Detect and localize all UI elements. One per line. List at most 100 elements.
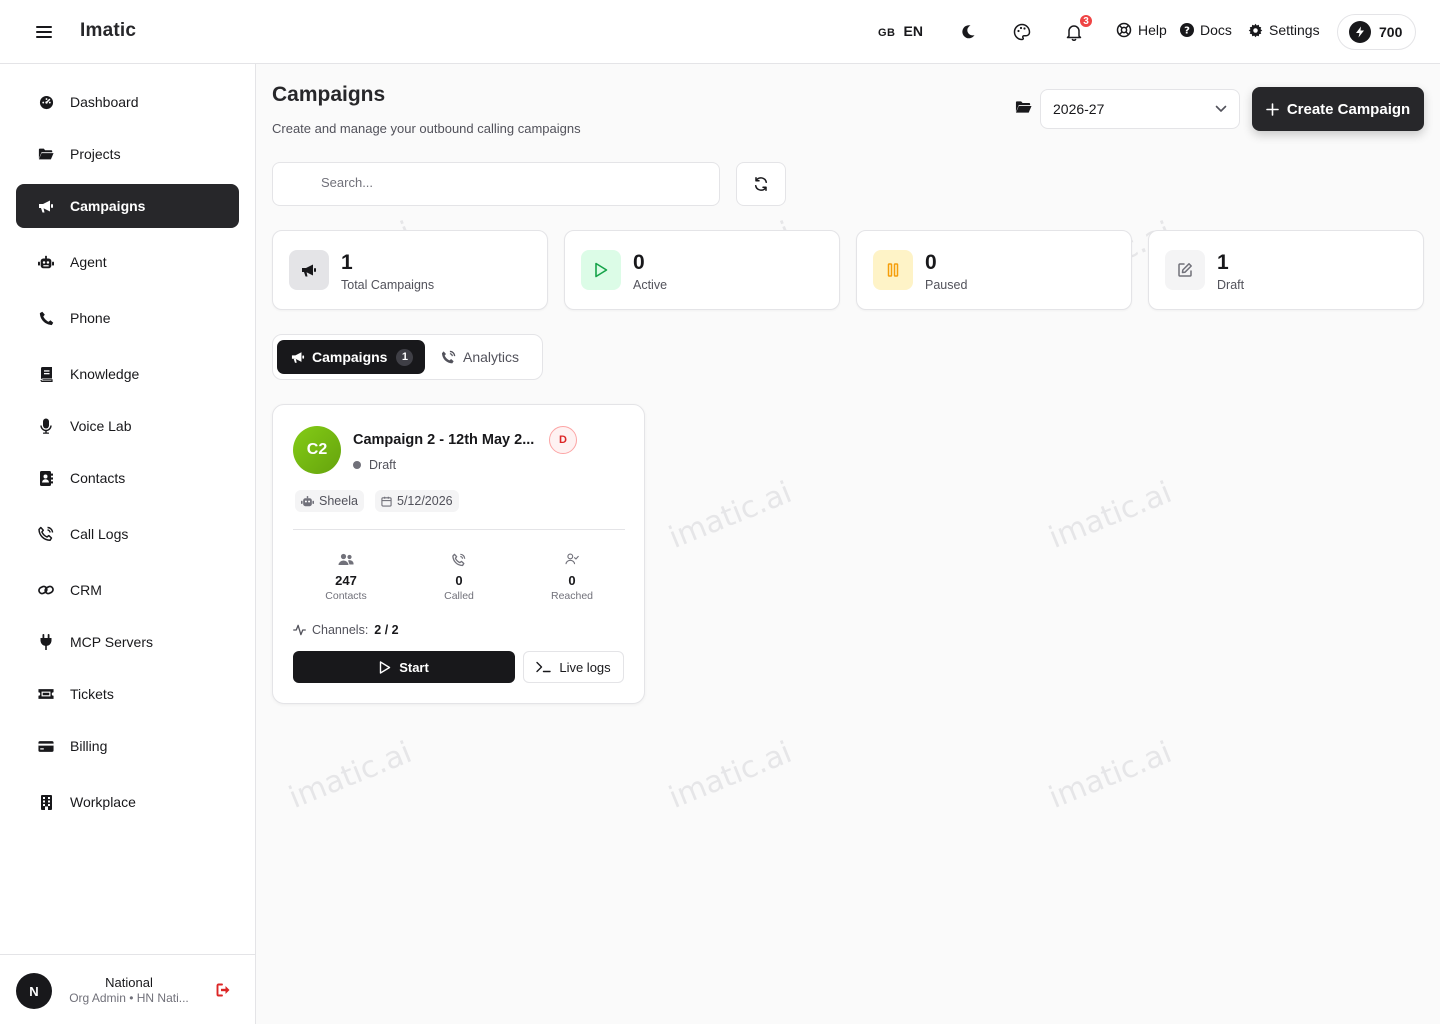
campaign-date: 5/12/2026 [397,494,453,508]
metric-label: Contacts [325,590,367,602]
tab-campaigns[interactable]: Campaigns 1 [277,340,425,374]
credit-card-icon [38,738,54,754]
question-circle-icon: ? [1180,23,1194,37]
edit-icon [1165,250,1205,290]
sidebar-item-label: Workplace [70,794,136,810]
sidebar-item-billing[interactable]: Billing [16,724,239,768]
moon-icon [962,25,975,39]
phone-volume-icon [38,526,54,542]
avatar[interactable]: N [16,973,52,1009]
live-logs-button[interactable]: Live logs [523,651,624,683]
megaphone-icon [38,198,54,214]
sidebar-item-agent[interactable]: Agent [16,240,239,284]
sidebar-item-label: Billing [70,738,108,754]
sidebar-item-mcp-servers[interactable]: MCP Servers [16,620,239,664]
user-check-icon [517,553,627,569]
search-box [272,162,720,206]
settings-link[interactable]: Settings [1248,22,1320,38]
address-book-icon [38,470,54,486]
watermark: imatic.ai [664,735,797,816]
docs-link[interactable]: ? Docs [1180,22,1232,38]
sidebar-item-dashboard[interactable]: Dashboard [16,80,239,124]
start-campaign-button[interactable]: Start [293,651,515,683]
terminal-icon [536,661,552,673]
watermark: imatic.ai [664,475,797,556]
metric-contacts: 247 Contacts [291,553,401,602]
flag-code: GB [878,27,896,39]
sidebar-item-label: Knowledge [70,366,140,382]
plus-icon [1266,102,1279,116]
language-switcher[interactable]: GB EN [878,23,923,39]
sidebar-item-voice-lab[interactable]: Voice Lab [16,404,239,448]
metric-reached: 0 Reached [517,553,627,602]
stat-value: 0 [633,251,645,274]
sidebar: Dashboard Projects Campaigns Agent Phone… [0,64,256,1024]
view-tabs: Campaigns 1 Analytics [272,334,543,380]
sidebar-item-workplace[interactable]: Workplace [16,780,239,824]
user-role: Org Admin • HN Nati... [69,991,189,1005]
link-icon [38,582,54,598]
stat-value: 1 [341,251,353,274]
create-campaign-button[interactable]: Create Campaign [1252,87,1424,131]
page-subtitle: Create and manage your outbound calling … [272,121,581,136]
metric-label: Called [444,590,474,602]
campaign-name[interactable]: Campaign 2 - 12th May 2... [353,432,541,448]
year-select-value: 2026-27 [1053,101,1105,117]
sidebar-item-tickets[interactable]: Tickets [16,672,239,716]
tab-analytics[interactable]: Analytics [441,340,519,374]
sidebar-item-knowledge[interactable]: Knowledge [16,352,239,396]
metric-called: 0 Called [404,553,514,602]
dark-mode-toggle[interactable] [956,20,980,44]
sidebar-item-projects[interactable]: Projects [16,132,239,176]
play-icon [379,660,391,674]
stat-card-total: 1 Total Campaigns [272,230,548,310]
sidebar-item-label: Tickets [70,686,114,702]
card-divider [293,529,625,530]
help-label: Help [1138,22,1167,38]
microphone-icon [38,418,54,434]
credits-badge[interactable]: 700 [1337,14,1416,50]
sidebar-item-label: MCP Servers [70,634,153,650]
help-link[interactable]: Help [1116,22,1167,38]
sidebar-item-crm[interactable]: CRM [16,568,239,612]
sidebar-item-campaigns[interactable]: Campaigns [16,184,239,228]
stat-card-draft: 1 Draft [1148,230,1424,310]
search-input[interactable] [321,175,701,190]
sidebar-item-label: Projects [70,146,121,162]
watermark: imatic.ai [1044,735,1177,816]
sidebar-item-label: Call Logs [70,526,129,542]
user-profile: N National Org Admin • HN Nati... [0,954,255,1024]
book-icon [38,366,54,382]
stat-card-active: 0 Active [564,230,840,310]
campaign-card[interactable]: C2 Campaign 2 - 12th May 2... Draft D Sh… [272,404,645,704]
theme-button[interactable] [1010,20,1034,44]
stat-value: 1 [1217,251,1229,274]
robot-icon [38,254,54,270]
sidebar-item-phone[interactable]: Phone [16,296,239,340]
sidebar-item-contacts[interactable]: Contacts [16,456,239,500]
hamburger-icon [36,26,52,38]
activity-icon [293,624,306,636]
channels-value: 2 / 2 [374,623,399,637]
logout-button[interactable] [216,983,232,997]
sidebar-item-label: CRM [70,582,102,598]
agent-name: Sheela [319,494,358,508]
refresh-button[interactable] [736,162,786,206]
watermark: imatic.ai [1044,475,1177,556]
sidebar-item-call-logs[interactable]: Call Logs [16,512,239,556]
sidebar-item-label: Phone [70,310,111,326]
settings-label: Settings [1269,22,1320,38]
year-select[interactable]: 2026-27 [1040,89,1240,129]
brand-logo[interactable]: Imatic [80,20,136,42]
menu-toggle-button[interactable] [32,22,56,42]
plug-icon [38,634,54,650]
pause-icon [873,250,913,290]
calendar-icon [381,496,392,507]
refresh-icon [754,177,768,191]
sidebar-item-label: Campaigns [70,198,146,214]
phone-volume-icon [404,553,514,569]
top-bar: Imatic GB EN 3 Help ? Docs Settings 700 [0,0,1440,64]
stat-label: Active [633,278,668,292]
dashboard-icon [38,94,54,110]
watermark: imatic.ai [284,735,417,816]
